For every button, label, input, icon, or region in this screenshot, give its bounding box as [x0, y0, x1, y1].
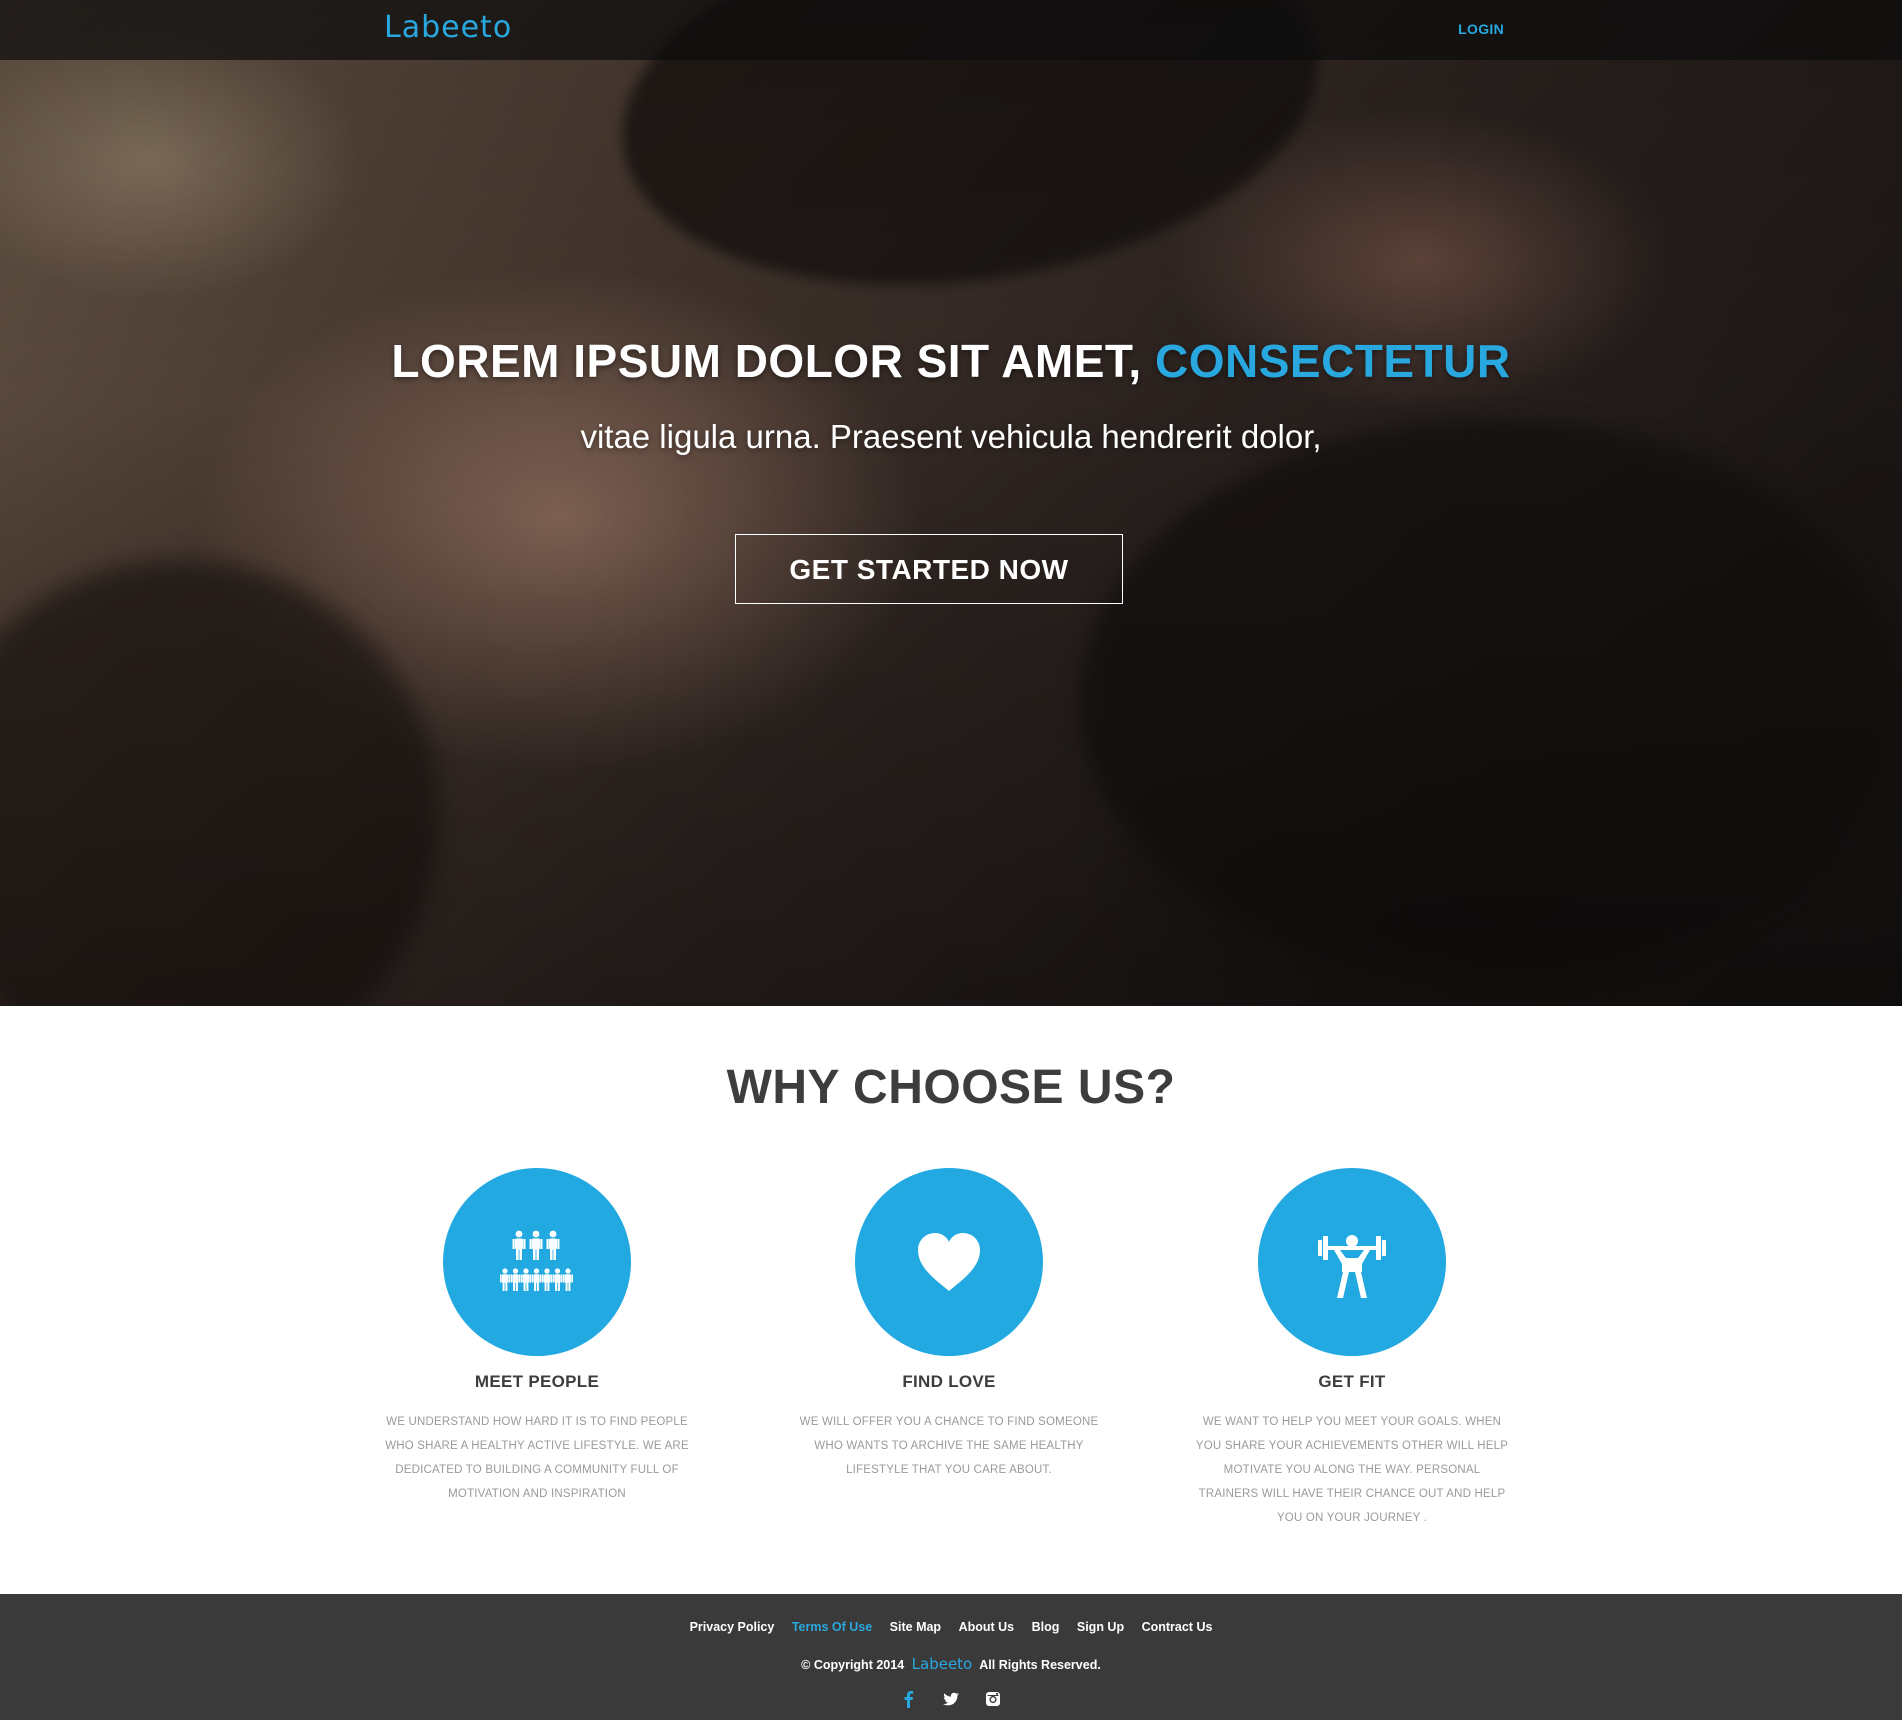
footer-link-privacy-policy[interactable]: Privacy Policy: [690, 1620, 775, 1634]
people-group-icon: [500, 1230, 573, 1291]
brand-logo[interactable]: Labeeto: [384, 8, 512, 48]
feature-description: We want to help you meet your goals. Whe…: [1195, 1416, 1509, 1524]
hero-photo-overlay: [0, 0, 1902, 1006]
social-links: [0, 1690, 1902, 1708]
site-footer: Privacy Policy Terms Of Use Site Map Abo…: [0, 1594, 1902, 1720]
twitter-icon[interactable]: [942, 1690, 960, 1708]
copyright-line: © Copyright 2014 Labeeto All Rights Rese…: [0, 1655, 1902, 1673]
hero-subheadline: vitae ligula urna. Praesent vehicula hen…: [580, 418, 1322, 455]
feature-icon-circle: [855, 1168, 1043, 1356]
hero-section: LOREM IPSUM DOLOR SIT AMET, CONSECTETUR …: [0, 0, 1902, 1006]
facebook-icon[interactable]: [900, 1690, 918, 1708]
footer-link-site-map[interactable]: Site Map: [890, 1620, 941, 1634]
get-started-button[interactable]: GET STARTED NOW: [735, 534, 1123, 604]
weightlifter-icon: [1318, 1235, 1386, 1298]
feature-description: We understand how hard it is to find peo…: [385, 1416, 689, 1500]
instagram-icon[interactable]: [984, 1690, 1002, 1708]
feature-meet-people: MEET PEOPLE We understand how hard it is…: [367, 1168, 707, 1506]
top-navbar: Labeeto LOGIN: [0, 0, 1902, 60]
feature-title: MEET PEOPLE: [474, 1372, 600, 1391]
feature-title: GET FIT: [1318, 1372, 1386, 1391]
feature-get-fit: GET FIT We want to help you meet your go…: [1182, 1168, 1522, 1530]
footer-link-terms-of-use[interactable]: Terms Of Use: [792, 1620, 872, 1634]
footer-link-sign-up[interactable]: Sign Up: [1077, 1620, 1124, 1634]
heart-icon: [918, 1233, 980, 1291]
feature-icon-circle: [443, 1168, 631, 1356]
copyright-prefix: © Copyright 2014: [801, 1658, 905, 1672]
login-link[interactable]: LOGIN: [1458, 21, 1504, 37]
copyright-suffix: All Rights Reserved.: [979, 1658, 1101, 1672]
section-title: WHY CHOOSE US?: [726, 1061, 1176, 1114]
footer-link-about-us[interactable]: About Us: [959, 1620, 1015, 1634]
footer-link-contact-us[interactable]: Contract Us: [1142, 1620, 1213, 1634]
feature-title: FIND LOVE: [902, 1372, 996, 1391]
footer-nav: Privacy Policy Terms Of Use Site Map Abo…: [0, 1620, 1902, 1634]
hero-headline-main: LOREM IPSUM DOLOR SIT AMET,: [391, 335, 1155, 387]
feature-icon-circle: [1258, 1168, 1446, 1356]
footer-logo: Labeeto: [911, 1655, 973, 1673]
hero-headline: LOREM IPSUM DOLOR SIT AMET, CONSECTETUR: [0, 334, 1902, 388]
footer-link-blog[interactable]: Blog: [1032, 1620, 1060, 1634]
feature-description: We will offer you a chance to find someo…: [799, 1416, 1099, 1476]
hero-headline-accent: CONSECTETUR: [1155, 335, 1511, 387]
feature-find-love: FIND LOVE We will offer you a chance to …: [779, 1168, 1119, 1482]
